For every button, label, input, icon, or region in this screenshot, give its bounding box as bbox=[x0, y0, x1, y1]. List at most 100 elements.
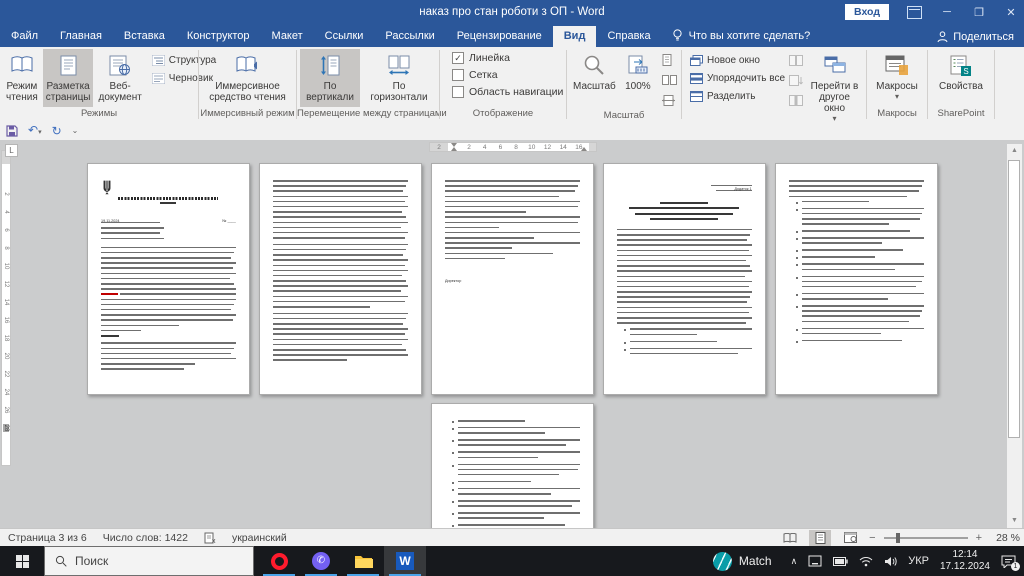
zoom-percentage[interactable]: 28 % bbox=[990, 532, 1020, 544]
document-page-6[interactable] bbox=[430, 403, 594, 528]
close-button[interactable]: ✕ bbox=[1004, 6, 1018, 19]
page-width-icon[interactable] bbox=[660, 91, 679, 109]
new-window-button[interactable]: Новое окно bbox=[688, 51, 787, 69]
zoom-out-button[interactable]: − bbox=[869, 532, 875, 544]
vertical-scrollbar[interactable]: ▲ ▼ bbox=[1007, 144, 1022, 528]
arrange-all-button[interactable]: Упорядочить все bbox=[688, 69, 787, 87]
ruler-tick: 12 bbox=[543, 143, 552, 151]
immersive-reader-button[interactable]: Иммерсивное средство чтения bbox=[202, 49, 293, 107]
scrollbar-thumb[interactable] bbox=[1008, 160, 1020, 438]
tab-design[interactable]: Конструктор bbox=[176, 26, 261, 47]
zoom-button[interactable]: Масштаб bbox=[570, 49, 619, 109]
properties-button[interactable]: S Свойства bbox=[931, 49, 991, 107]
sign-in-button[interactable]: Вход bbox=[845, 4, 889, 20]
print-layout-button[interactable]: Разметка страницы bbox=[42, 49, 94, 107]
proofing-icon[interactable]: x bbox=[204, 532, 216, 544]
tablet-mode-icon[interactable] bbox=[808, 555, 822, 567]
document-page-2[interactable] bbox=[258, 163, 422, 395]
read-mode-button[interactable]: Режим чтения bbox=[3, 49, 41, 107]
tab-review[interactable]: Рецензирование bbox=[446, 26, 553, 47]
minimize-button[interactable]: ─ bbox=[940, 6, 954, 18]
vertical-movement-button[interactable]: По вертикали bbox=[300, 49, 360, 107]
share-button[interactable]: Поделиться bbox=[937, 31, 1014, 43]
wifi-icon[interactable] bbox=[859, 556, 873, 567]
horizontal-ruler[interactable]: 2 2 4 6 8 10 12 14 16 bbox=[429, 142, 597, 152]
document-page-4[interactable]: Додаток 1 bbox=[602, 163, 766, 395]
redo-icon[interactable]: ↻ bbox=[52, 125, 62, 137]
undo-icon[interactable]: ↶▾ bbox=[28, 124, 42, 139]
taskbar-app-explorer[interactable] bbox=[342, 546, 384, 576]
scroll-down-icon[interactable]: ▼ bbox=[1007, 514, 1022, 528]
tray-chevron-up-icon[interactable]: ∧ bbox=[791, 556, 798, 567]
svg-text:x: x bbox=[212, 538, 216, 544]
list-item-lines bbox=[457, 426, 580, 437]
switch-windows-button[interactable]: Перейти в другое окно ▾ bbox=[806, 49, 863, 123]
tell-me-box[interactable]: Что вы хотите сделать? bbox=[662, 29, 821, 47]
tab-home[interactable]: Главная bbox=[49, 26, 113, 47]
bullet-dot bbox=[451, 488, 454, 491]
checkbox-ruler[interactable]: ✓ Линейка bbox=[452, 49, 564, 66]
list-item-lines bbox=[457, 439, 580, 449]
page-indicator[interactable]: Страница 3 из 6 bbox=[8, 532, 87, 544]
word-count[interactable]: Число слов: 1422 bbox=[103, 532, 188, 544]
taskbar-app-opera[interactable] bbox=[258, 546, 300, 576]
word-icon: W bbox=[396, 552, 414, 570]
web-layout-button[interactable]: Веб-документ bbox=[95, 49, 144, 107]
page-content bbox=[260, 164, 421, 361]
customize-qat-icon[interactable]: ⌄ bbox=[72, 125, 79, 137]
tab-view[interactable]: Вид bbox=[552, 26, 597, 47]
macros-button[interactable]: Макросы ▾ bbox=[870, 49, 924, 107]
checkbox-gridlines[interactable]: Сетка bbox=[452, 66, 564, 83]
taskbar-search-box[interactable]: Поиск bbox=[44, 546, 254, 576]
list-item-lines bbox=[457, 451, 580, 461]
notification-badge: 1 bbox=[1011, 561, 1020, 571]
volume-icon[interactable] bbox=[884, 556, 897, 567]
document-page-5[interactable] bbox=[774, 163, 938, 395]
scroll-up-icon[interactable]: ▲ bbox=[1007, 144, 1022, 158]
zoom-100-button[interactable]: 100% bbox=[621, 49, 655, 109]
tab-stop-selector[interactable]: L bbox=[5, 144, 18, 157]
language-switcher[interactable]: УКР bbox=[908, 555, 929, 567]
multiple-pages-icon[interactable] bbox=[660, 71, 679, 89]
text-line bbox=[272, 343, 403, 346]
text-line bbox=[801, 237, 924, 239]
text-line bbox=[100, 232, 160, 234]
web-layout-view-button[interactable] bbox=[839, 530, 861, 546]
right-indent-marker[interactable] bbox=[581, 147, 587, 151]
ribbon-display-options-icon[interactable] bbox=[907, 5, 922, 19]
tab-layout[interactable]: Макет bbox=[261, 26, 314, 47]
language-indicator[interactable]: украинский bbox=[232, 532, 287, 544]
taskbar-clock[interactable]: 12:14 17.12.2024 bbox=[940, 549, 990, 573]
action-center-icon[interactable]: 1 bbox=[1001, 555, 1020, 571]
list-item bbox=[445, 480, 580, 486]
battery-icon[interactable] bbox=[833, 556, 848, 566]
split-button[interactable]: Разделить bbox=[688, 87, 787, 105]
taskbar-app-match[interactable]: Match bbox=[712, 551, 772, 571]
text-line bbox=[457, 524, 565, 526]
zoom-in-button[interactable]: + bbox=[976, 532, 982, 544]
one-page-icon[interactable] bbox=[660, 51, 679, 69]
print-layout-view-button[interactable] bbox=[809, 529, 832, 546]
file-explorer-icon bbox=[354, 554, 373, 569]
tab-insert[interactable]: Вставка bbox=[113, 26, 176, 47]
document-page-3[interactable]: Директор bbox=[430, 163, 594, 395]
read-mode-view-button[interactable] bbox=[779, 530, 801, 546]
tab-file[interactable]: Файл bbox=[0, 26, 49, 47]
zoom-slider-thumb[interactable] bbox=[896, 532, 901, 543]
tab-mailings[interactable]: Рассылки bbox=[374, 26, 445, 47]
tab-references[interactable]: Ссылки bbox=[314, 26, 375, 47]
start-button[interactable] bbox=[0, 546, 44, 576]
restore-button[interactable]: ❐ bbox=[972, 6, 986, 19]
horizontal-movement-button[interactable]: По горизонтали bbox=[362, 49, 436, 107]
text-line bbox=[457, 480, 531, 483]
hanging-indent-marker[interactable] bbox=[451, 147, 457, 151]
text-line bbox=[616, 249, 749, 252]
document-page-1[interactable]: 19.11.2024 № ____ bbox=[86, 163, 250, 395]
taskbar-app-word[interactable]: W bbox=[384, 546, 426, 576]
save-icon[interactable] bbox=[6, 125, 18, 137]
zoom-slider[interactable] bbox=[883, 532, 968, 543]
taskbar-app-viber[interactable]: ✆ bbox=[300, 546, 342, 576]
checkbox-navigation-pane[interactable]: Область навигации bbox=[452, 83, 564, 100]
tab-help[interactable]: Справка bbox=[596, 26, 661, 47]
document-canvas[interactable]: 2 2 4 6 8 10 12 14 16 2 4 6 8 10 12 14 16 18 20 22 24 26 28 … bbox=[0, 140, 1024, 528]
